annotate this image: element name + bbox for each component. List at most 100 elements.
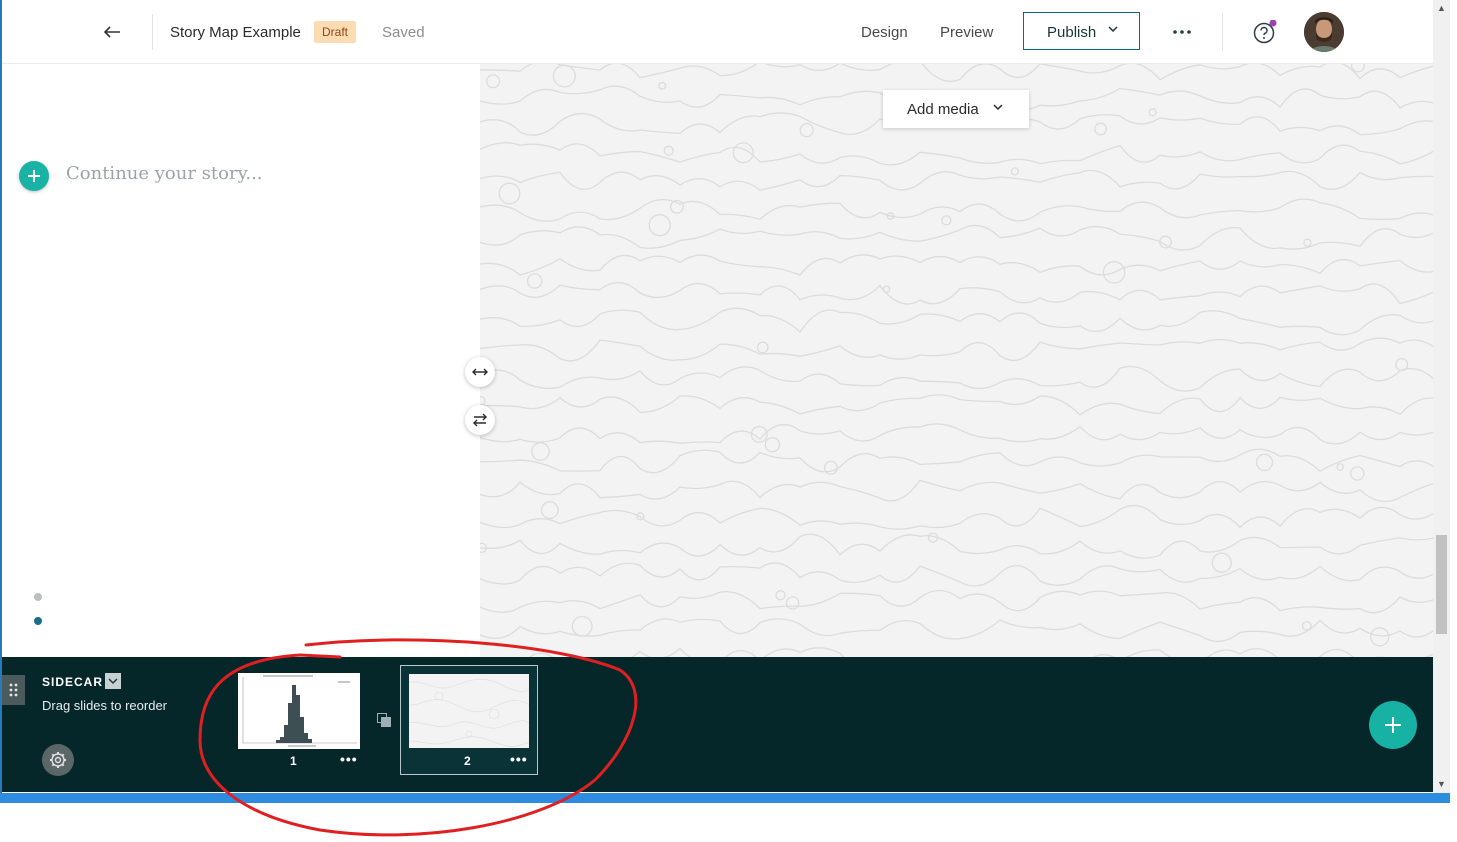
contour-ring: [1303, 238, 1312, 247]
slide-indicator-dot[interactable]: [34, 593, 42, 601]
contour-line: [480, 562, 1433, 587]
contour-ring: [1211, 552, 1232, 573]
scroll-up-arrow-icon[interactable]: ▲: [1433, 0, 1450, 17]
contour-ring: [540, 501, 559, 520]
help-button[interactable]: [1252, 19, 1277, 44]
contour-ring: [526, 273, 543, 289]
slide-thumbnail-1[interactable]: [238, 673, 360, 749]
contour-ring: [552, 64, 576, 88]
contour-line: [480, 479, 1433, 503]
more-options-button[interactable]: [1168, 18, 1196, 46]
settings-button[interactable]: [42, 744, 74, 776]
contour-ring: [1336, 463, 1345, 471]
design-button[interactable]: Design: [861, 24, 908, 41]
contour-line: [480, 307, 1433, 336]
contour-ring: [882, 285, 891, 293]
swap-panels-button[interactable]: [465, 405, 495, 435]
contour-line: [480, 254, 1433, 276]
header-divider: [1222, 14, 1223, 50]
plus-icon: [1385, 717, 1401, 733]
contour-line: [480, 169, 1433, 191]
contour-ring: [775, 590, 786, 601]
contour-ring: [1094, 122, 1108, 136]
user-avatar[interactable]: [1304, 12, 1344, 52]
contour-line: [528, 647, 1433, 657]
resize-panel-button[interactable]: [465, 357, 495, 387]
contour-ring: [1395, 357, 1409, 372]
slide-more-button[interactable]: •••: [510, 751, 528, 767]
slide-number: 2: [464, 754, 471, 768]
block-type-label: SIDECAR: [42, 675, 104, 689]
contour-line: [480, 533, 1433, 559]
slide-number: 1: [290, 754, 297, 768]
contour-ring: [648, 214, 671, 237]
back-button[interactable]: [98, 18, 126, 46]
plus-icon: [28, 170, 40, 182]
gear-icon: [50, 752, 66, 768]
arrows-horizontal-icon: [472, 368, 488, 376]
slide-builder-bar: [2, 657, 1433, 792]
contour-ring: [1350, 64, 1366, 73]
slide-indicator-dot-active[interactable]: [34, 617, 42, 625]
add-media-label: Add media: [907, 101, 979, 118]
publish-button[interactable]: Publish: [1023, 12, 1140, 50]
add-content-button[interactable]: [19, 161, 49, 191]
contour-line: [480, 198, 1433, 222]
contour-ring: [785, 596, 800, 610]
contour-ring: [1350, 466, 1365, 481]
topographic-pattern: [480, 64, 1433, 657]
contour-line: [480, 337, 1433, 362]
saved-status: Saved: [382, 24, 425, 41]
duplicate-slide-button[interactable]: [376, 712, 392, 728]
contour-line: [480, 224, 1433, 251]
contour-ring: [764, 436, 781, 453]
contour-ring: [823, 460, 838, 475]
draft-badge: Draft: [314, 21, 357, 43]
duplicate-icon: [377, 713, 391, 727]
contour-ring: [1148, 108, 1157, 117]
top-header: Story Map Example Draft Saved Design Pre…: [2, 0, 1433, 64]
contour-ring: [756, 341, 769, 354]
contour-line: [480, 618, 1433, 642]
contour-ring: [658, 81, 667, 90]
histogram-chart: [238, 673, 360, 749]
contour-ring: [799, 123, 814, 138]
topographic-pattern: [409, 678, 529, 747]
contour-line: [480, 448, 1433, 474]
contour-ring: [1010, 167, 1020, 176]
add-media-button[interactable]: Add media: [883, 90, 1029, 128]
add-slide-button[interactable]: [1369, 701, 1417, 749]
story-title[interactable]: Story Map Example: [170, 24, 301, 41]
narrative-placeholder[interactable]: Continue your story...: [66, 163, 263, 184]
contour-line: [480, 282, 1433, 305]
slide-more-button[interactable]: •••: [340, 751, 358, 767]
contour-line: [480, 394, 1433, 416]
contour-ring: [1301, 620, 1312, 631]
contour-ring: [486, 74, 501, 89]
contour-line: [480, 504, 1433, 530]
drag-handle[interactable]: [2, 675, 25, 705]
slide-thumbnail-2[interactable]: [409, 674, 529, 748]
swap-icon: [473, 413, 487, 427]
contour-ring: [480, 396, 486, 406]
arrow-left-icon: [103, 26, 120, 38]
story-builder-window: Story Map Example Draft Saved Design Pre…: [0, 0, 1433, 793]
contour-ring: [571, 615, 593, 637]
vertical-scrollbar[interactable]: [1433, 0, 1450, 793]
contour-ring: [941, 215, 952, 226]
drag-hint: Drag slides to reorder: [42, 698, 167, 713]
contour-ring: [1255, 453, 1274, 472]
preview-button[interactable]: Preview: [940, 24, 993, 41]
contour-line: [480, 142, 1433, 166]
block-type-dropdown[interactable]: [105, 673, 121, 689]
contour-ring: [1370, 627, 1390, 647]
question-circle-icon: [1253, 19, 1277, 44]
publish-label: Publish: [1047, 24, 1097, 41]
scrollbar-thumb[interactable]: [1436, 535, 1447, 634]
taskbar-strip: [0, 793, 1450, 803]
media-pane[interactable]: [480, 64, 1433, 657]
header-divider: [152, 14, 153, 50]
contour-ring: [663, 145, 674, 156]
chevron-down-icon: [993, 104, 1003, 111]
scroll-down-arrow-icon[interactable]: ▼: [1433, 776, 1450, 793]
